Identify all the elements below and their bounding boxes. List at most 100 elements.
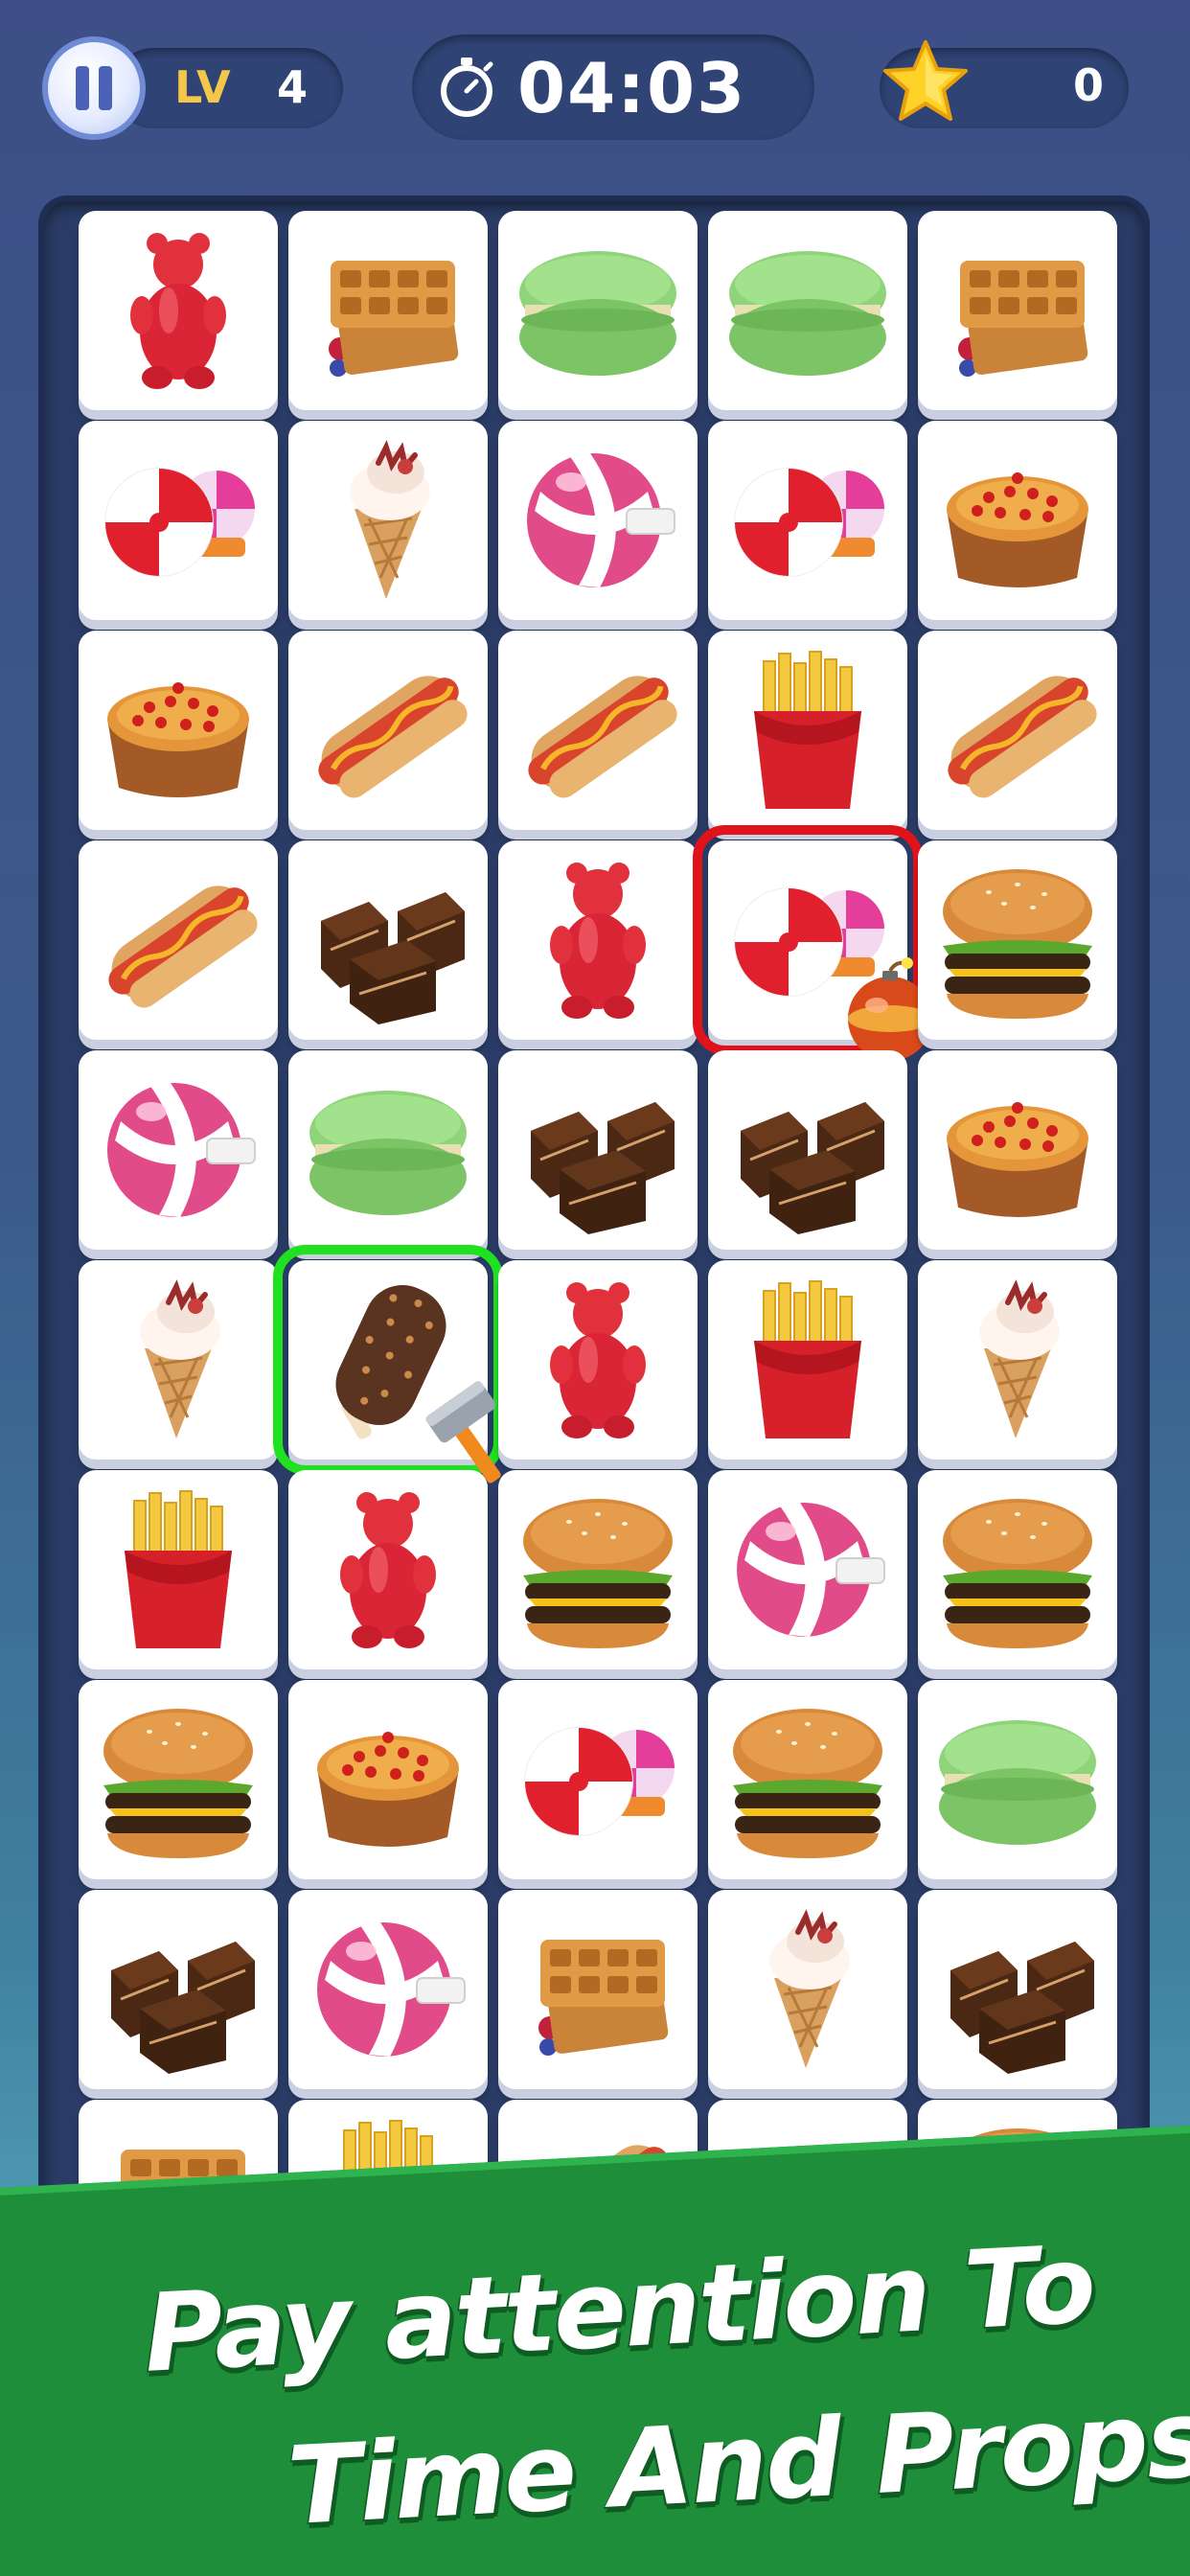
tile-candy-ball[interactable] <box>498 421 698 620</box>
tile-gummy-bear[interactable] <box>288 1470 488 1669</box>
ice-cream-cone-icon <box>140 1279 220 1438</box>
tile-cherry-pie[interactable] <box>288 1680 488 1879</box>
macaron-icon <box>309 1091 467 1215</box>
tile-peppermint-candy[interactable] <box>708 421 907 620</box>
tile-chocolate-brownie[interactable] <box>918 1890 1117 2089</box>
score-value: 0 <box>1072 59 1104 111</box>
tile-burger[interactable] <box>918 840 1117 1040</box>
tile-burger[interactable] <box>79 1680 278 1879</box>
waffle-icon <box>958 261 1088 377</box>
level-value: 4 <box>276 61 308 113</box>
macaron-icon <box>519 251 676 376</box>
tile-french-fries[interactable] <box>79 1470 278 1669</box>
cherry-pie-icon <box>947 472 1088 587</box>
tile-chocolate-brownie[interactable] <box>498 1050 698 1250</box>
chocolate-brownie-icon <box>950 1942 1094 2074</box>
burger-icon <box>523 1499 673 1648</box>
burger-icon <box>733 1709 882 1858</box>
tile-ice-cream-cone[interactable] <box>918 1260 1117 1460</box>
peppermint-candy-icon <box>104 468 255 577</box>
tile-burger[interactable] <box>708 1680 907 1879</box>
stopwatch-icon <box>441 58 493 117</box>
hot-dog-icon <box>108 886 258 1008</box>
french-fries-icon <box>754 651 861 809</box>
tile-candy-ball[interactable] <box>288 1890 488 2089</box>
promo-banner: Pay attention To Time And Props <box>0 2123 1190 2576</box>
tile-ice-cream-cone[interactable] <box>288 421 488 620</box>
tile-hot-dog[interactable] <box>288 631 488 830</box>
top-hud: LV 4 04:03 0 <box>0 0 1190 192</box>
tile-macaron[interactable] <box>708 211 907 410</box>
tile-candy-ball[interactable] <box>708 1470 907 1669</box>
hot-dog-icon <box>948 676 1097 798</box>
chocolate-brownie-icon <box>321 892 465 1024</box>
pause-button[interactable] <box>42 36 146 140</box>
candy-ball-icon <box>737 1503 885 1637</box>
tile-macaron[interactable] <box>498 211 698 410</box>
tile-candy-ball[interactable] <box>79 1050 278 1250</box>
ice-cream-cone-icon <box>769 1909 850 2068</box>
french-fries-icon <box>754 1280 861 1438</box>
peppermint-candy-icon <box>524 1727 675 1836</box>
gummy-bear-icon <box>550 862 646 1019</box>
candy-ball-icon <box>527 453 675 587</box>
tile-hot-dog[interactable] <box>79 840 278 1040</box>
tile-waffle[interactable] <box>288 211 488 410</box>
score-pill: 0 <box>880 40 1129 128</box>
tile-french-fries[interactable] <box>708 631 907 830</box>
french-fries-icon <box>125 1490 232 1648</box>
tile-burger[interactable] <box>918 1470 1117 1669</box>
tile-burger[interactable] <box>498 1470 698 1669</box>
peppermint-candy-icon <box>734 468 884 577</box>
tile-chocolate-brownie[interactable] <box>288 840 488 1040</box>
tile-chocolate-brownie[interactable] <box>708 1050 907 1250</box>
tile-macaron[interactable] <box>918 1680 1117 1879</box>
cherry-pie-icon <box>947 1102 1088 1217</box>
hot-dog-icon <box>528 676 677 798</box>
tile-gummy-bear[interactable] <box>498 1260 698 1460</box>
tile-hot-dog[interactable] <box>498 631 698 830</box>
timer-pill: 04:03 <box>412 34 814 140</box>
chocolate-brownie-icon <box>531 1102 675 1234</box>
tile-gummy-bear[interactable] <box>498 840 698 1040</box>
cherry-pie-icon <box>317 1732 459 1847</box>
tile-hot-dog[interactable] <box>918 631 1117 830</box>
tile-ice-cream-cone[interactable] <box>708 1890 907 2089</box>
ice-cream-cone-icon <box>979 1279 1060 1438</box>
tile-chocolate-brownie[interactable] <box>79 1890 278 2089</box>
tile-macaron[interactable] <box>288 1050 488 1250</box>
tile-cherry-pie[interactable] <box>79 631 278 830</box>
tile-cherry-pie[interactable] <box>918 1050 1117 1250</box>
gummy-bear-icon <box>340 1492 436 1648</box>
tile-gummy-bear[interactable] <box>79 211 278 410</box>
hot-dog-icon <box>318 676 468 798</box>
level-pill: LV 4 <box>113 48 343 128</box>
gummy-bear-icon <box>130 233 226 389</box>
burger-icon <box>103 1709 253 1858</box>
tile-peppermint-candy[interactable] <box>79 421 278 620</box>
gummy-bear-icon <box>550 1282 646 1438</box>
waffle-icon <box>329 261 459 377</box>
chocolate-brownie-icon <box>111 1942 255 2074</box>
tile-waffle[interactable] <box>498 1890 698 2089</box>
candy-ball-icon <box>317 1922 466 2057</box>
timer-value: 04:03 <box>517 48 747 128</box>
tile-french-fries[interactable] <box>708 1260 907 1460</box>
macaron-icon <box>939 1720 1096 1845</box>
tile-peppermint-candy[interactable] <box>498 1680 698 1879</box>
cherry-pie-icon <box>107 682 249 797</box>
pause-icon <box>76 66 89 110</box>
tile-ice-cream-cone[interactable] <box>79 1260 278 1460</box>
waffle-icon <box>538 1940 669 2056</box>
level-label: LV <box>174 61 231 113</box>
tile-waffle[interactable] <box>918 211 1117 410</box>
star-icon <box>883 40 968 121</box>
burger-icon <box>943 869 1092 1019</box>
chocolate-brownie-icon <box>741 1102 884 1234</box>
candy-ball-icon <box>107 1083 256 1217</box>
pause-icon-bar <box>99 66 112 110</box>
burger-icon <box>943 1499 1092 1648</box>
macaron-icon <box>729 251 886 376</box>
tile-cherry-pie[interactable] <box>918 421 1117 620</box>
ice-cream-cone-icon <box>350 440 430 599</box>
